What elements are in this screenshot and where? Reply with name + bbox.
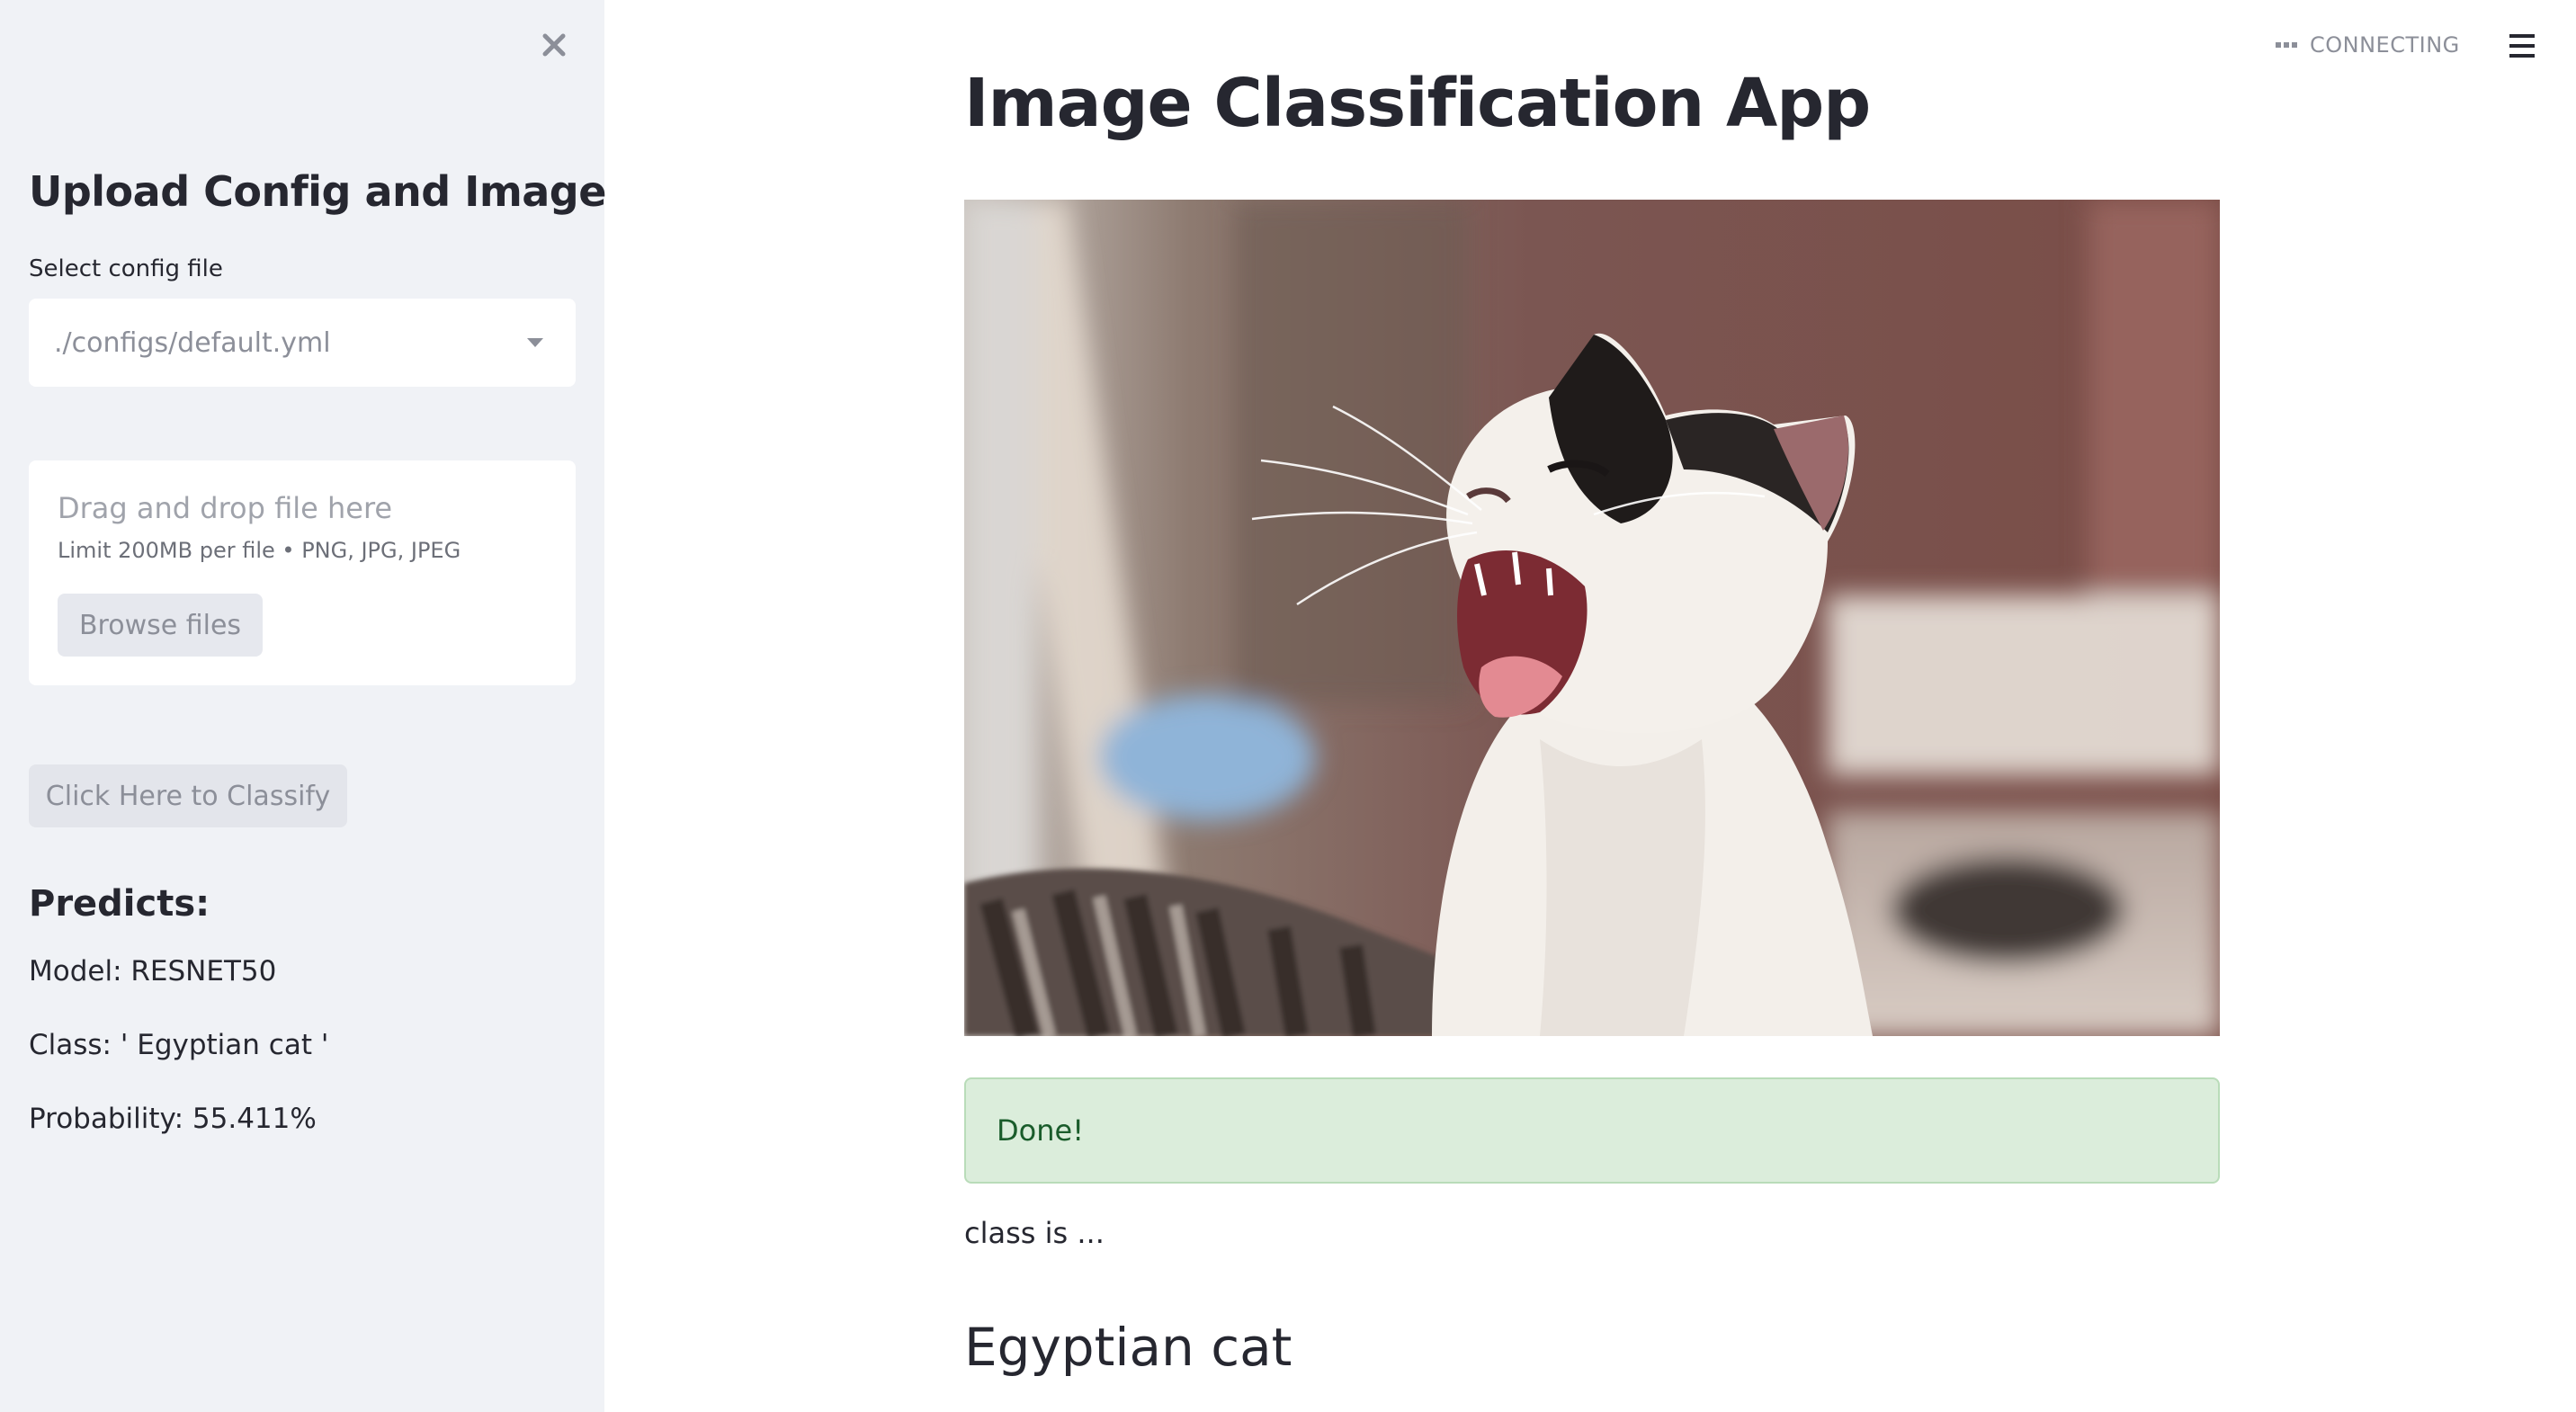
predict-probability: Probability: 55.411% (29, 1103, 317, 1135)
predict-class: Class: ' Egyptian cat ' (29, 1029, 329, 1061)
class-prefix-text: class is ... (964, 1216, 1105, 1250)
hamburger-menu-icon (2509, 34, 2536, 58)
file-uploader-dropzone[interactable]: Drag and drop file here Limit 200MB per … (29, 460, 576, 685)
cat-photo (964, 200, 2220, 1036)
uploaded-image (964, 200, 2220, 1036)
status-dots-icon (2276, 42, 2297, 48)
config-select-value: ./configs/default.yml (54, 326, 331, 359)
result-class-heading: Egyptian cat (964, 1317, 1292, 1378)
main-menu-button[interactable] (2509, 34, 2536, 61)
dropzone-instructions: Drag and drop file here (58, 491, 393, 525)
sidebar: Upload Config and Image Select config fi… (0, 0, 606, 1412)
close-icon (542, 33, 566, 57)
connection-status-text: CONNECTING (2310, 32, 2460, 58)
config-select-label: Select config file (29, 255, 223, 282)
connection-status: CONNECTING (2276, 32, 2460, 58)
classify-button[interactable]: Click Here to Classify (29, 764, 347, 827)
predict-model: Model: RESNET50 (29, 955, 277, 988)
page-title: Image Classification App (964, 65, 1871, 142)
config-select[interactable]: ./configs/default.yml (29, 299, 576, 387)
chevron-down-icon (527, 338, 543, 347)
success-message: Done! (997, 1113, 1085, 1148)
browse-files-button[interactable]: Browse files (58, 594, 263, 657)
sidebar-title: Upload Config and Image (29, 167, 606, 216)
predicts-heading: Predicts: (29, 883, 210, 925)
dropzone-limit-text: Limit 200MB per file • PNG, JPG, JPEG (58, 538, 461, 563)
close-sidebar-button[interactable] (536, 27, 572, 63)
success-alert: Done! (964, 1077, 2220, 1184)
